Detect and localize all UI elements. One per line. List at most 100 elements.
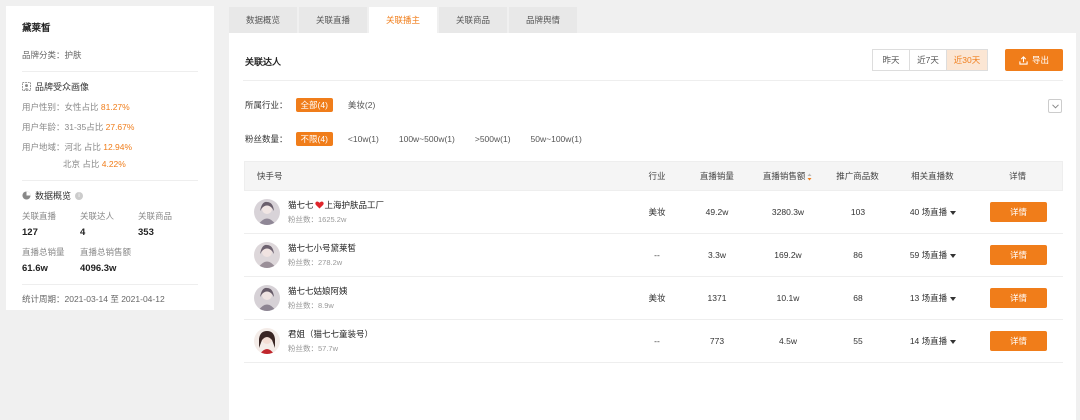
fans-option[interactable]: 50w~100w(1): [526, 132, 587, 146]
avatar[interactable]: [254, 285, 280, 311]
cell-amount: 4.5w: [779, 336, 797, 346]
cell-detail: 详情: [974, 331, 1063, 351]
overview-title: 数据概览: [35, 191, 72, 201]
region2-value: 4.22%: [101, 159, 126, 169]
export-button[interactable]: 导出: [1005, 49, 1063, 71]
stat-label: 直播总销售额: [80, 247, 132, 257]
fans-option[interactable]: <10w(1): [343, 132, 384, 146]
page-title: 关联达人: [245, 57, 282, 67]
cell-products: 55: [853, 336, 863, 346]
collapse-filter-button[interactable]: [1048, 99, 1062, 113]
fans-filter-label: 粉丝数量：: [245, 134, 288, 144]
fans-option[interactable]: 100w~500w(1): [394, 132, 460, 146]
table-header: 快手号 行业 直播销量 直播销售额 推广商品数 相关直播数 详情: [244, 161, 1063, 191]
col-industry: 行业: [648, 171, 666, 181]
avatar[interactable]: [254, 242, 280, 268]
cell-lives-label: 40 场直播: [909, 207, 948, 217]
stat-value: 4096.3w: [80, 263, 117, 274]
cell-volume: 773: [709, 336, 725, 346]
stat-label: 关联达人: [80, 211, 115, 221]
sort-icon: [807, 173, 812, 181]
user-cell: 猫七七小号黛莱皙 粉丝数：278.2w: [244, 242, 632, 268]
chevron-down-icon: [1051, 103, 1059, 109]
caret-down-icon: [950, 253, 957, 258]
range-30days-button[interactable]: 近30天: [947, 50, 987, 70]
cell-lives[interactable]: 59 场直播: [892, 249, 974, 261]
cell-lives[interactable]: 14 场直播: [892, 335, 974, 347]
age-value: 27.67%: [105, 122, 135, 132]
cell-products: 86: [853, 250, 863, 260]
user-name[interactable]: 猫七七小号黛莱皙: [288, 242, 356, 254]
user-name[interactable]: 君姐（猫七七童装号）: [288, 328, 373, 340]
fans-option[interactable]: 不限(4): [295, 132, 333, 146]
gender-value: 81.27%: [100, 102, 130, 112]
stat-period: 统计周期：2021-03-14 至 2021-04-12: [22, 294, 165, 304]
cell-lives[interactable]: 40 场直播: [892, 206, 974, 218]
user-name[interactable]: 猫七七 上海护肤品工厂: [288, 199, 384, 211]
col-lives[interactable]: 相关直播数: [891, 170, 973, 182]
divider: [22, 71, 198, 72]
cell-lives[interactable]: 13 场直播: [892, 292, 974, 304]
detail-button[interactable]: 详情: [990, 331, 1047, 351]
tab-overview[interactable]: 数据概览: [229, 7, 297, 33]
range-7days-button[interactable]: 近7天: [910, 50, 947, 70]
fans-filter: 粉丝数量： 不限(4) <10w(1) 100w~500w(1) >500w(1…: [245, 132, 597, 146]
audience-section-title: 品牌受众画像: [22, 80, 198, 93]
stats-grid: 关联直播 127 关联达人 4 关联商品 353 直播总销量 61.6w 直播总销售额 4…: [22, 210, 198, 274]
region2-label: 北京 占比: [63, 159, 102, 169]
stat-item: 关联商品 353: [138, 210, 196, 238]
info-icon[interactable]: i: [75, 191, 84, 200]
avatar[interactable]: [254, 199, 280, 225]
industry-option[interactable]: 美妆(2): [343, 98, 380, 112]
col-products[interactable]: 推广商品数: [824, 170, 892, 182]
stat-label: 关联商品: [138, 211, 173, 221]
cell-detail: 详情: [974, 202, 1063, 222]
cell-lives-label: 59 场直播: [909, 250, 948, 260]
col-amount-label: 直播销售额: [762, 171, 806, 181]
tab-related-live[interactable]: 关联直播: [299, 7, 367, 33]
export-label: 导出: [1031, 55, 1049, 65]
detail-button[interactable]: 详情: [990, 288, 1047, 308]
cell-volume: 49.2w: [705, 207, 729, 217]
industry-option[interactable]: 全部(4): [295, 98, 333, 112]
caret-down-icon: [950, 339, 957, 344]
age-row: 用户年龄：31-35占比 27.67%: [22, 121, 198, 133]
region2-row: 北京 占比 4.22%: [22, 158, 198, 170]
detail-button[interactable]: 详情: [990, 245, 1047, 265]
cell-industry: 美妆: [648, 207, 666, 217]
fans-option[interactable]: >500w(1): [470, 132, 516, 146]
industry-filter-label: 所属行业：: [245, 100, 288, 110]
tab-related-products[interactable]: 关联商品: [439, 7, 507, 33]
stat-label: 直播总销量: [22, 247, 65, 257]
cell-products: 68: [853, 293, 863, 303]
gender-row: 用户性别：女性占比 81.27%: [22, 101, 198, 113]
detail-button[interactable]: 详情: [990, 202, 1047, 222]
stat-value: 61.6w: [22, 263, 48, 274]
table-row: 猫七七小号黛莱皙 粉丝数：278.2w -- 3.3w 169.2w 86 59…: [244, 234, 1063, 277]
brand-sidebar: 黛莱皙 品牌分类：护肤 品牌受众画像 用户性别：女性占比 81.27% 用户年龄…: [6, 6, 214, 310]
col-amount[interactable]: 直播销售额: [752, 170, 824, 182]
cell-amount: 10.1w: [776, 293, 800, 303]
main-panel: 关联达人 昨天 近7天 近30天 导出 所属行业： 全部(4) 美妆(2) 粉丝…: [229, 33, 1076, 420]
chart-icon: [22, 191, 31, 200]
tab-brand-sentiment[interactable]: 品牌舆情: [509, 7, 577, 33]
divider: [22, 284, 198, 285]
portrait-icon: [22, 82, 31, 91]
user-info: 猫七七姑娘阿姨 粉丝数：8.9w: [288, 285, 348, 311]
stat-item: 关联达人 4: [80, 210, 138, 238]
cell-amount: 169.2w: [774, 250, 802, 260]
gender-label: 用户性别：女性占比: [22, 102, 101, 112]
avatar[interactable]: [254, 328, 280, 354]
col-user: 快手号: [257, 171, 283, 181]
range-yesterday-button[interactable]: 昨天: [873, 50, 910, 70]
col-volume[interactable]: 直播销量: [682, 170, 752, 182]
caret-down-icon: [950, 296, 957, 301]
tab-related-streamers[interactable]: 关联播主: [369, 7, 437, 33]
brand-name: 黛莱皙: [22, 23, 51, 34]
region-label: 用户地域：河北 占比: [22, 142, 104, 152]
user-info: 猫七七小号黛莱皙 粉丝数：278.2w: [288, 242, 356, 268]
user-cell: 君姐（猫七七童装号） 粉丝数：57.7w: [244, 328, 632, 354]
user-cell: 猫七七 上海护肤品工厂 粉丝数：1625.2w: [244, 199, 632, 225]
user-name[interactable]: 猫七七姑娘阿姨: [288, 285, 348, 297]
stat-item: 直播总销售额 4096.3w: [80, 246, 138, 274]
